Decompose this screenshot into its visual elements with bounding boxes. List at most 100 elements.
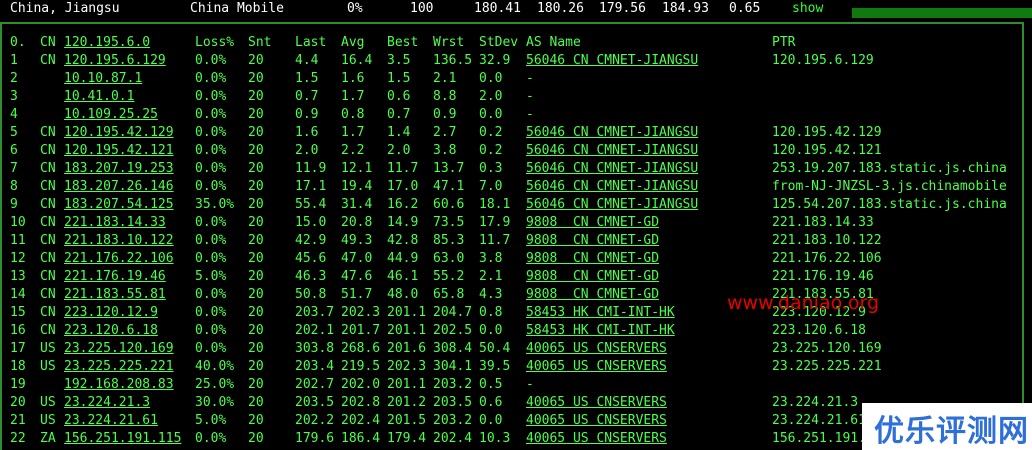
hop-as-name[interactable]: 56046 CN CMNET-JIANGSU bbox=[526, 178, 698, 196]
hop-as-name[interactable]: 40065 US CNSERVERS bbox=[526, 412, 667, 430]
hop-last: 15.0 bbox=[295, 215, 327, 230]
site-logo-text: 优乐评测网 bbox=[874, 414, 1029, 449]
summary-sent: 100 bbox=[410, 1, 434, 16]
summary-avg: 180.26 bbox=[537, 1, 584, 16]
hop-host[interactable]: 183.207.54.125 bbox=[64, 196, 174, 214]
hop-host[interactable]: 221.183.10.122 bbox=[64, 232, 174, 250]
hop-avg: 2.2 bbox=[341, 143, 365, 158]
hop-as-name[interactable]: 56046 CN CMNET-JIANGSU bbox=[526, 52, 698, 70]
hop-snt: 20 bbox=[248, 215, 264, 230]
table-row: 10 CN 221.183.14.33 0.0% 20 15.0 20.8 14.9 73.5 1… bbox=[0, 214, 1032, 232]
table-row: 13 CN 221.176.19.46 5.0% 20 46.3 47.6 46.1 55.2 2… bbox=[0, 268, 1032, 286]
hop-loss: 0.0% bbox=[195, 323, 227, 338]
hop-as-name[interactable]: 40065 US CNSERVERS bbox=[526, 340, 667, 358]
header-as-name: AS Name bbox=[526, 35, 581, 50]
header-stdev: StDev bbox=[479, 35, 519, 50]
hop-host[interactable]: 156.251.191.115 bbox=[64, 430, 181, 448]
hop-last: 202.7 bbox=[295, 377, 335, 392]
hop-stdev: 2.0 bbox=[479, 89, 503, 104]
hop-as-name[interactable]: 9808 CN CMNET-GD bbox=[526, 232, 659, 250]
hop-ptr: 23.224.21.3 bbox=[772, 395, 859, 410]
hop-last: 179.6 bbox=[295, 431, 335, 446]
hop-as-name[interactable]: 9808 CN CMNET-GD bbox=[526, 286, 659, 304]
hop-loss: 40.0% bbox=[195, 359, 235, 374]
hop-host[interactable]: 221.183.14.33 bbox=[64, 214, 166, 232]
header-loss: Loss% bbox=[195, 35, 235, 50]
hop-as-name[interactable]: 9808 CN CMNET-GD bbox=[526, 214, 659, 232]
hop-host[interactable]: 10.10.87.1 bbox=[64, 70, 142, 88]
header-host[interactable]: 120.195.6.0 bbox=[64, 34, 150, 52]
hop-host[interactable]: 23.225.120.169 bbox=[64, 340, 174, 358]
hop-host[interactable]: 221.176.19.46 bbox=[64, 268, 166, 286]
hop-wrst: 202.5 bbox=[433, 323, 473, 338]
hop-as-name[interactable]: 40065 US CNSERVERS bbox=[526, 430, 667, 448]
hop-as-name[interactable]: 56046 CN CMNET-JIANGSU bbox=[526, 196, 698, 214]
hop-loss: 0.0% bbox=[195, 161, 227, 176]
hop-as-name[interactable]: 56046 CN CMNET-JIANGSU bbox=[526, 160, 698, 178]
table-row: 8 CN 183.207.26.146 0.0% 20 17.1 19.4 17.0 47.1 7… bbox=[0, 178, 1032, 196]
hop-host[interactable]: 23.224.21.61 bbox=[64, 412, 158, 430]
hop-as-name[interactable]: 9808 CN CMNET-GD bbox=[526, 250, 659, 268]
hop-snt: 20 bbox=[248, 179, 264, 194]
table-row: 1 CN 120.195.6.129 0.0% 20 4.4 16.4 3.5 136.5 32.… bbox=[0, 52, 1032, 70]
hop-host[interactable]: 223.120.12.9 bbox=[64, 304, 158, 322]
hop-country: CN bbox=[40, 251, 56, 266]
hop-snt: 20 bbox=[248, 413, 264, 428]
hop-country: CN bbox=[40, 197, 56, 212]
hop-host[interactable]: 10.109.25.25 bbox=[64, 106, 158, 124]
hop-stdev: 0.2 bbox=[479, 125, 503, 140]
hop-stdev: 0.6 bbox=[479, 395, 503, 410]
hop-host[interactable]: 23.224.21.3 bbox=[64, 394, 150, 412]
hop-host[interactable]: 120.195.6.129 bbox=[64, 52, 166, 70]
hop-country: CN bbox=[40, 125, 56, 140]
hop-best: 1.4 bbox=[387, 125, 411, 140]
hop-as-name[interactable]: 40065 US CNSERVERS bbox=[526, 358, 667, 376]
hop-snt: 20 bbox=[248, 269, 264, 284]
hop-last: 203.4 bbox=[295, 359, 335, 374]
hop-ptr: 221.176.19.46 bbox=[772, 269, 874, 284]
hop-stdev: 17.9 bbox=[479, 215, 511, 230]
hop-country: CN bbox=[40, 179, 56, 194]
hop-host[interactable]: 221.183.55.81 bbox=[64, 286, 166, 304]
hop-loss: 0.0% bbox=[195, 179, 227, 194]
hop-host[interactable]: 223.120.6.18 bbox=[64, 322, 158, 340]
hop-snt: 20 bbox=[248, 431, 264, 446]
hop-as-name: - bbox=[526, 71, 534, 86]
hop-best: 2.0 bbox=[387, 143, 411, 158]
hop-loss: 25.0% bbox=[195, 377, 235, 392]
hop-host[interactable]: 23.225.225.221 bbox=[64, 358, 174, 376]
hop-stdev: 0.3 bbox=[479, 161, 503, 176]
header-country: CN bbox=[40, 35, 56, 50]
hop-best: 16.2 bbox=[387, 197, 419, 212]
hop-host[interactable]: 120.195.42.121 bbox=[64, 142, 174, 160]
hop-stdev: 7.0 bbox=[479, 179, 503, 194]
hop-as-name[interactable]: 58453 HK CMI-INT-HK bbox=[526, 304, 675, 322]
hop-host[interactable]: 183.207.19.253 bbox=[64, 160, 174, 178]
hop-avg: 202.3 bbox=[341, 305, 381, 320]
show-link[interactable]: show bbox=[792, 1, 823, 16]
hop-as-name[interactable]: 58453 HK CMI-INT-HK bbox=[526, 322, 675, 340]
hop-hop: 6 bbox=[10, 143, 18, 158]
hop-wrst: 85.3 bbox=[433, 233, 465, 248]
hop-host[interactable]: 183.207.26.146 bbox=[64, 178, 174, 196]
hop-host[interactable]: 192.168.208.83 bbox=[64, 376, 174, 394]
hop-as-name[interactable]: 56046 CN CMNET-JIANGSU bbox=[526, 124, 698, 142]
hop-as-name[interactable]: 40065 US CNSERVERS bbox=[526, 394, 667, 412]
summary-bar: China, Jiangsu China Mobile 0% 100 180.4… bbox=[0, 0, 1032, 19]
hop-as-name[interactable]: 9808 CN CMNET-GD bbox=[526, 268, 659, 286]
hop-host[interactable]: 10.41.0.1 bbox=[64, 88, 134, 106]
hop-last: 1.6 bbox=[295, 125, 319, 140]
hop-host[interactable]: 221.176.22.106 bbox=[64, 250, 174, 268]
hop-country: US bbox=[40, 395, 56, 410]
summary-best: 179.56 bbox=[599, 1, 646, 16]
table-row: 3 10.41.0.1 0.0% 20 0.7 1.7 0.6 8.8 2.0 - bbox=[0, 88, 1032, 106]
hop-ptr: 23.225.120.169 bbox=[772, 341, 882, 356]
hop-best: 1.5 bbox=[387, 71, 411, 86]
hop-host[interactable]: 120.195.42.129 bbox=[64, 124, 174, 142]
table-row: 6 CN 120.195.42.121 0.0% 20 2.0 2.2 2.0 3.8 0.2 56… bbox=[0, 142, 1032, 160]
hop-as-name[interactable]: 56046 CN CMNET-JIANGSU bbox=[526, 142, 698, 160]
hop-last: 11.9 bbox=[295, 161, 327, 176]
hop-country: CN bbox=[40, 143, 56, 158]
hop-best: 14.9 bbox=[387, 215, 419, 230]
hop-avg: 202.0 bbox=[341, 377, 381, 392]
